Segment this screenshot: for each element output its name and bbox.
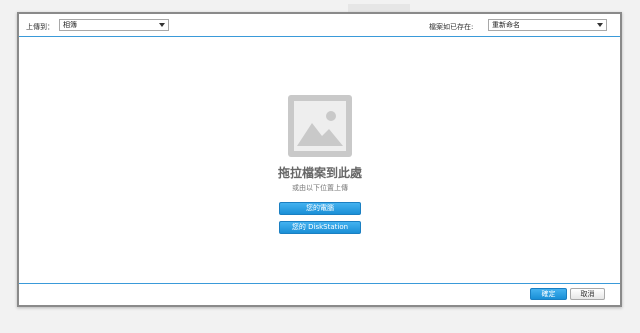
- from-diskstation-button[interactable]: 您的 DiskStation: [279, 221, 361, 234]
- chevron-down-icon: [159, 23, 165, 27]
- image-placeholder-icon: [288, 95, 352, 157]
- upload-to-value: 相簿: [63, 21, 77, 29]
- chevron-down-icon: [597, 23, 603, 27]
- from-computer-button[interactable]: 您的電腦: [279, 202, 361, 215]
- drop-title: 拖拉檔案到此處: [277, 166, 362, 180]
- dialog-toolbar: 上傳到： 相簿 檔案如已存在: 重新命名: [19, 14, 620, 37]
- dialog-footer: 確定 取消: [19, 283, 620, 305]
- if-exists-value: 重新命名: [492, 21, 520, 29]
- upload-to-select[interactable]: 相簿: [59, 19, 169, 31]
- upload-dialog: 上傳到： 相簿 檔案如已存在: 重新命名 拖拉檔案到此處 或由以下位置上傳 您的…: [17, 12, 622, 307]
- ok-button[interactable]: 確定: [530, 288, 567, 300]
- cancel-button[interactable]: 取消: [570, 288, 605, 300]
- if-exists-label: 檔案如已存在:: [429, 23, 474, 31]
- drop-zone[interactable]: 拖拉檔案到此處 或由以下位置上傳 您的電腦 您的 DiskStation: [19, 37, 620, 286]
- if-exists-select[interactable]: 重新命名: [488, 19, 607, 31]
- drop-subtitle: 或由以下位置上傳: [292, 184, 348, 192]
- upload-to-label: 上傳到：: [26, 23, 54, 31]
